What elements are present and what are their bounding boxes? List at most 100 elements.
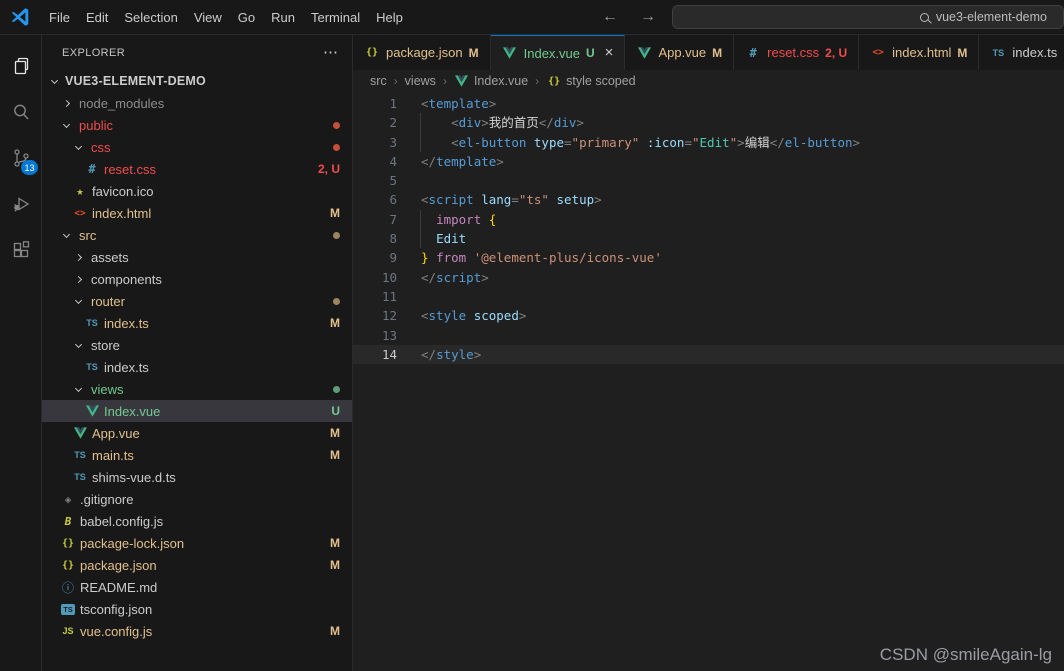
code-line-7[interactable]: 7 import {	[353, 209, 1064, 230]
search-sidebar-icon[interactable]	[0, 89, 42, 135]
tab-app-vue[interactable]: App.vue M	[625, 35, 735, 70]
tree-item-index-vue[interactable]: Index.vue U	[42, 400, 352, 422]
more-actions-icon[interactable]: ⋯	[323, 45, 338, 60]
code-line-6[interactable]: 6 <script lang="ts" setup>	[353, 190, 1064, 209]
line-text: Edit	[436, 231, 467, 247]
breadcrumb: src › views › Index.vue › {} style scoped	[353, 70, 1064, 92]
tree-item-babel-config-js[interactable]: Bbabel.config.js	[42, 510, 352, 532]
root-folder-label: VUE3-ELEMENT-DEMO	[65, 74, 206, 88]
tree-item-gitignore[interactable]: ◈ .gitignore	[42, 488, 352, 510]
tree-item-index-ts[interactable]: TS index.ts M	[42, 312, 352, 334]
menu-view[interactable]: View	[186, 7, 230, 28]
breadcrumb-item-src[interactable]: src	[370, 74, 387, 88]
file-label: .gitignore	[80, 491, 134, 507]
ts-icon: TS	[86, 318, 98, 328]
tree-item-src[interactable]: src	[42, 224, 352, 246]
code-line-4[interactable]: 4 </template>	[353, 152, 1064, 171]
tree-item-index-ts[interactable]: TS index.ts	[42, 356, 352, 378]
run-debug-icon[interactable]	[0, 181, 42, 227]
menu-help[interactable]: Help	[368, 7, 411, 28]
menu-file[interactable]: File	[41, 7, 78, 28]
close-icon[interactable]: ×	[605, 45, 614, 60]
file-label: public	[79, 117, 113, 133]
modified-dot	[333, 121, 340, 129]
back-arrow-icon[interactable]: ←	[602, 8, 618, 26]
source-control-icon[interactable]: 13	[0, 135, 42, 181]
menu-edit[interactable]: Edit	[78, 7, 116, 28]
tree-item-css[interactable]: css	[42, 136, 352, 158]
tree-item-favicon-ico[interactable]: ★ favicon.ico	[42, 180, 352, 202]
menu-selection[interactable]: Selection	[116, 7, 185, 28]
tab-index-vue[interactable]: Index.vue U ×	[490, 35, 626, 70]
code-line-10[interactable]: 10 </script>	[353, 268, 1064, 287]
tab-reset-css[interactable]: # reset.css 2, U	[734, 35, 860, 70]
code-line-3[interactable]: 3 <el-button type="primary" :icon="Edit"…	[353, 132, 1064, 152]
menu-terminal[interactable]: Terminal	[303, 7, 368, 28]
code-editor[interactable]: 1 <template> 2 <div>我的首页</div> 3 <el-button…	[353, 92, 1064, 671]
tab-label: package.json	[386, 45, 463, 60]
tree-item-package-lock-json[interactable]: {} package-lock.json M	[42, 532, 352, 554]
tree-item-assets[interactable]: assets	[42, 246, 352, 268]
file-label: router	[91, 293, 125, 309]
tab-git-badge: M	[468, 45, 479, 60]
modified-dot	[333, 297, 340, 305]
tab-index-ts[interactable]: TS index.ts	[979, 35, 1064, 70]
code-line-12[interactable]: 12 <style scoped>	[353, 306, 1064, 325]
breadcrumb-item-style-scoped[interactable]: {} style scoped	[546, 74, 636, 88]
tree-item-reset-css[interactable]: # reset.css 2, U	[42, 158, 352, 180]
tree-item-node-modules[interactable]: node_modules	[42, 92, 352, 114]
menu-go[interactable]: Go	[230, 7, 263, 28]
line-number: 14	[381, 346, 397, 362]
chevron-right-icon	[74, 253, 83, 261]
hash-icon: #	[88, 162, 96, 176]
code-line-14[interactable]: 14 </style>	[353, 344, 1064, 365]
tab-git-badge: 2, U	[825, 45, 848, 60]
braces-icon: {}	[61, 537, 75, 549]
tree-item-main-ts[interactable]: TS main.ts M	[42, 444, 352, 466]
tree-item-root[interactable]: VUE3-ELEMENT-DEMO	[42, 70, 352, 92]
js-icon: JS	[62, 626, 74, 636]
git-status-badge: M	[330, 558, 340, 572]
tree-item-tsconfig-json[interactable]: TS tsconfig.json	[42, 598, 352, 620]
tree-item-index-html[interactable]: <> index.html M	[42, 202, 352, 224]
code-line-13[interactable]: 13	[353, 326, 1064, 345]
tree-item-router[interactable]: router	[42, 290, 352, 312]
tree-item-vue-config-js[interactable]: JS vue.config.js M	[42, 620, 352, 642]
tree-item-app-vue[interactable]: App.vue M	[42, 422, 352, 444]
tab-package-json[interactable]: {} package.json M	[353, 35, 491, 70]
explorer-icon[interactable]	[0, 43, 42, 89]
chevron-right-icon	[74, 275, 83, 283]
tab-index-html[interactable]: <> index.html M	[859, 35, 980, 70]
file-label: favicon.ico	[92, 183, 154, 199]
ts-icon: TS	[992, 47, 1005, 58]
tree-item-package-json[interactable]: {} package.json M	[42, 554, 352, 576]
tree-item-public[interactable]: public	[42, 114, 352, 136]
code-line-5[interactable]: 5	[353, 171, 1064, 190]
tree-item-components[interactable]: components	[42, 268, 352, 290]
tree-item-views[interactable]: views	[42, 378, 352, 400]
command-center-search[interactable]: vue3-element-demo	[672, 5, 1064, 29]
code-line-1[interactable]: 1 <template>	[353, 94, 1064, 113]
breadcrumb-item-views[interactable]: views	[405, 74, 436, 88]
tree-item-readme-md[interactable]: ⓘ README.md	[42, 576, 352, 598]
line-text: </script>	[421, 269, 489, 285]
tree-item-shims-vue-d-ts[interactable]: TS shims-vue.d.ts	[42, 466, 352, 488]
breadcrumb-separator-icon: ›	[535, 74, 540, 88]
line-text: <div>我的首页</div>	[451, 115, 584, 131]
menu-run[interactable]: Run	[263, 7, 303, 28]
line-number: 5	[389, 173, 397, 189]
vue-icon	[454, 75, 470, 87]
code-line-8[interactable]: 8 Edit	[353, 229, 1064, 249]
file-label: babel.config.js	[80, 513, 164, 529]
code-line-11[interactable]: 11	[353, 287, 1064, 306]
code-line-9[interactable]: 9} from '@element-plus/icons-vue'	[353, 248, 1064, 267]
forward-arrow-icon[interactable]: →	[640, 8, 656, 26]
modified-dot	[333, 143, 340, 151]
line-number: 3	[389, 134, 397, 150]
file-label: index.html	[92, 205, 152, 221]
ts-icon: TS	[86, 362, 98, 372]
extensions-icon[interactable]	[0, 227, 42, 273]
breadcrumb-item-index-vue[interactable]: Index.vue	[454, 74, 528, 88]
tree-item-store[interactable]: store	[42, 334, 352, 356]
code-line-2[interactable]: 2 <div>我的首页</div>	[353, 113, 1064, 133]
